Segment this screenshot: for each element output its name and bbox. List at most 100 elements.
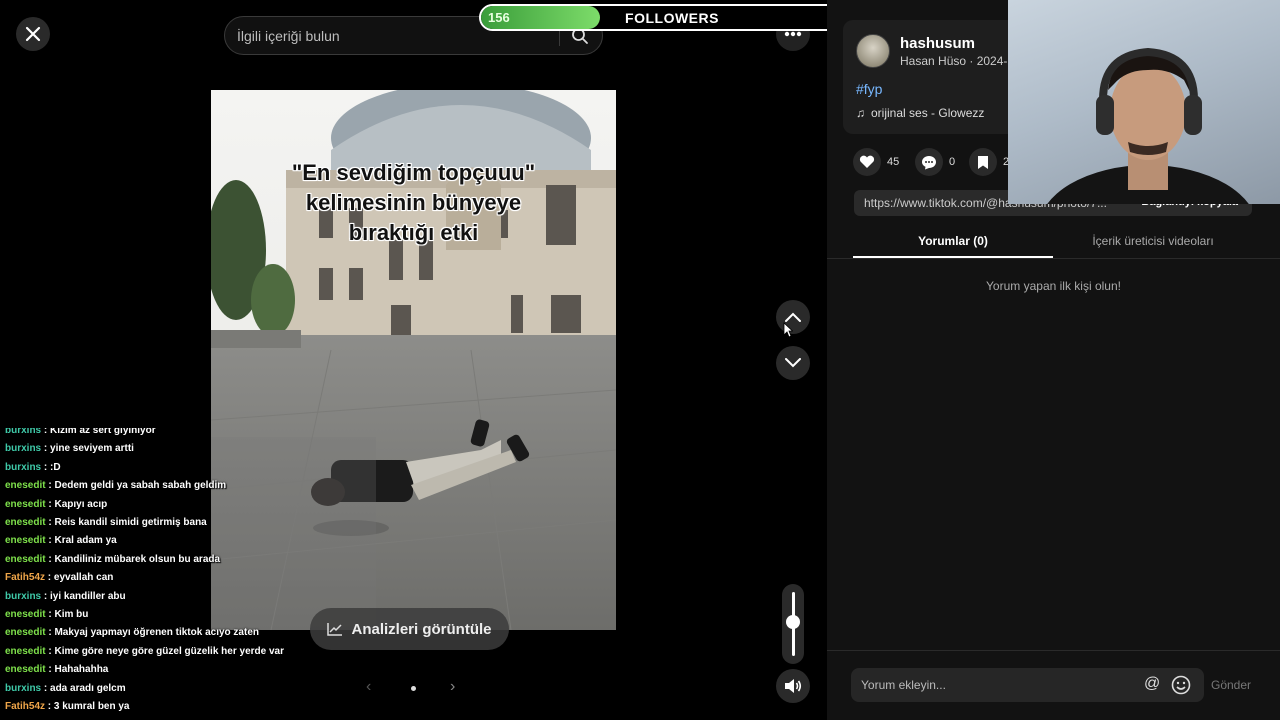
chat-text: Dedem geldi ya sabah sabah geldim [54, 480, 227, 492]
chat-message: enesedit : Kandiliniz mübarek olsun bu a… [5, 554, 220, 565]
more-horizontal-icon [784, 31, 802, 37]
volume-slider[interactable] [782, 584, 804, 664]
followers-label: FOLLOWERS [625, 10, 719, 26]
comment-stat[interactable]: 0 [915, 148, 955, 176]
chat-separator: : [45, 572, 54, 584]
volume-knob[interactable] [786, 615, 800, 629]
chevron-up-icon [785, 312, 801, 322]
chat-username[interactable]: enesedit [5, 664, 46, 675]
volume-button[interactable] [776, 669, 810, 703]
chat-separator: : [45, 701, 54, 712]
emoji-icon[interactable] [1171, 675, 1191, 695]
carousel-next-button[interactable]: › [450, 678, 455, 696]
webcam-overlay [1008, 0, 1280, 204]
chat-text: Kandiliniz mübarek olsun bu arada [54, 553, 221, 565]
chevron-down-icon [785, 358, 801, 368]
chat-message: enesedit : Hahahahha [5, 664, 108, 675]
chat-username[interactable]: enesedit [5, 554, 46, 565]
author-username[interactable]: hashusum [900, 35, 975, 52]
chat-text: :D [50, 461, 61, 473]
chat-username[interactable]: burxins [5, 683, 41, 694]
followers-goal-bar: 156 FOLLOWERS 500 [479, 4, 865, 31]
heart-icon [859, 155, 875, 168]
like-button[interactable] [853, 148, 881, 176]
chat-separator: : [41, 461, 51, 473]
comment-icon [922, 155, 936, 169]
chat-message: burxins : ada aradı gelcm [5, 683, 126, 694]
chat-text: eyvallah can [53, 572, 114, 584]
comment-count: 0 [949, 156, 956, 168]
sound-link[interactable]: ♫ orijinal ses - Glowezz [856, 106, 984, 120]
chat-message: enesedit : Reis kandil simidi getirmiş b… [5, 517, 207, 528]
chat-username[interactable]: enesedit [5, 499, 46, 510]
mouse-cursor-icon [783, 322, 793, 338]
chat-username[interactable]: burxins [5, 443, 41, 454]
chat-text: Makyaj yapmayı öğrenen tiktok acıyo zate… [54, 627, 259, 639]
chat-message: enesedit : Makyaj yapmayı öğrenen tiktok… [5, 627, 259, 638]
chat-text: 3 kumral ben ya [53, 701, 130, 712]
bookmark-icon [978, 155, 988, 169]
chat-message: enesedit : Dedem geldi ya sabah sabah ge… [5, 480, 226, 491]
chat-text: Kim bu [54, 609, 89, 620]
music-note-icon: ♫ [856, 106, 865, 120]
hashtag-link[interactable]: #fyp [856, 81, 882, 97]
next-video-button[interactable] [776, 346, 810, 380]
previous-video-button[interactable] [776, 300, 810, 334]
photo-caption: "En sevdiğim topçuuu" kelimesinin bünyey… [211, 158, 616, 248]
comment-box: @ [851, 668, 1204, 702]
chat-message: burxins : Kızım az sert giyiniyor [5, 428, 156, 436]
chat-message: burxins : iyi kandiller abu [5, 591, 126, 602]
chat-text: Hahahahha [54, 664, 109, 676]
chat-separator: : [41, 590, 51, 602]
chat-text: Kime göre neye göre güzel güzelik her ye… [54, 645, 284, 657]
panel-tabs: Yorumlar (0) İçerik üreticisi videoları [853, 228, 1253, 258]
tabs-divider [827, 258, 1280, 259]
caption-line: "En sevdiğim topçuuu" [291, 160, 536, 185]
chat-username[interactable]: burxins [5, 428, 41, 436]
tab-comments[interactable]: Yorumlar (0) [853, 228, 1053, 258]
chat-message: enesedit : Kral adam ya [5, 535, 117, 546]
chat-username[interactable]: Fatih54z [5, 701, 45, 712]
caption-line: kelimesinin bünyeye [305, 190, 522, 215]
comment-button[interactable] [915, 148, 943, 176]
no-comments-message: Yorum yapan ilk kişi olun! [986, 279, 1121, 293]
mention-icon[interactable]: @ [1144, 675, 1160, 693]
chat-message: Fatih54z : 3 kumral ben ya [5, 701, 130, 712]
chat-message: burxins : :D [5, 462, 61, 473]
chat-text: Kızım az sert giyiniyor [50, 428, 156, 436]
chat-username[interactable]: Fatih54z [5, 572, 45, 583]
comment-input[interactable] [861, 668, 1141, 702]
chat-username[interactable]: enesedit [5, 480, 46, 491]
close-icon [25, 26, 41, 42]
chat-message: enesedit : Kapıyı acıp [5, 499, 107, 510]
carousel-dot[interactable] [411, 686, 416, 691]
author-subline: Hasan Hüso · 2024- [900, 54, 1008, 68]
send-comment-button[interactable]: Gönder [1211, 678, 1251, 692]
save-stat[interactable]: 2 [969, 148, 1009, 176]
chat-message: enesedit : Kim bu [5, 609, 88, 620]
tiktok-stream-view: "En sevdiğim topçuuu" kelimesinin bünyey… [0, 0, 1280, 720]
chat-username[interactable]: enesedit [5, 627, 46, 638]
tab-creator-videos[interactable]: İçerik üreticisi videoları [1053, 228, 1253, 258]
save-button[interactable] [969, 148, 997, 176]
chat-text: Kral adam ya [54, 535, 117, 547]
chat-separator: : [41, 682, 51, 694]
avatar[interactable] [856, 34, 890, 68]
chat-separator: : [41, 443, 51, 455]
chat-username[interactable]: enesedit [5, 535, 46, 546]
chat-username[interactable]: burxins [5, 591, 41, 602]
like-stat[interactable]: 45 [853, 148, 899, 176]
carousel-indicator: ‹ › [366, 678, 462, 698]
chat-username[interactable]: burxins [5, 462, 41, 473]
chat-text: yine seviyem artti [50, 443, 134, 455]
chat-separator: : [41, 428, 51, 436]
close-button[interactable] [16, 17, 50, 51]
chat-username[interactable]: enesedit [5, 646, 46, 657]
comment-divider [827, 650, 1280, 651]
chat-username[interactable]: enesedit [5, 517, 46, 528]
chat-text: Reis kandil simidi getirmiş bana [54, 517, 207, 528]
speaker-icon [785, 679, 802, 693]
chat-message: burxins : yine seviyem artti [5, 443, 134, 454]
chat-username[interactable]: enesedit [5, 609, 46, 620]
caption-line: bıraktığı etki [348, 220, 479, 245]
